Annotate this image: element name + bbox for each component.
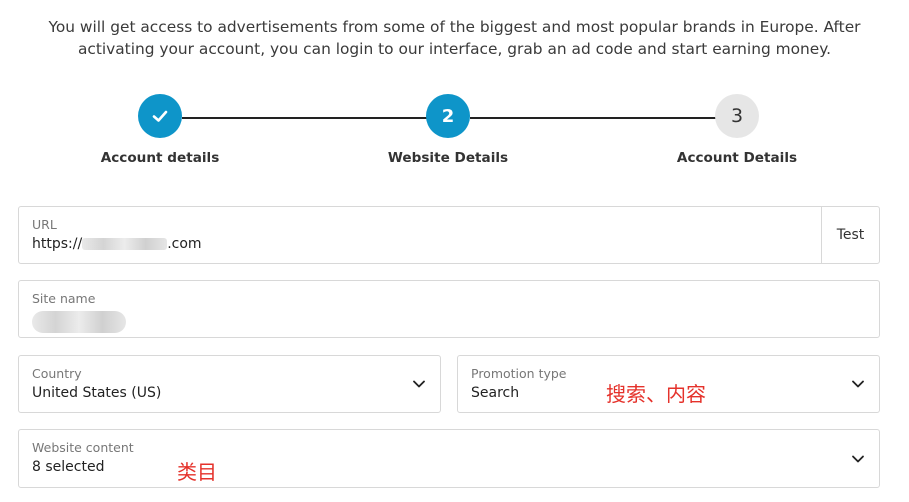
url-suffix: .com (167, 236, 202, 252)
signup-page: You will get access to advertisements fr… (0, 0, 909, 502)
step-connector-2 (470, 117, 716, 119)
promotion-type-label: Promotion type (471, 366, 567, 381)
step-connector-1 (182, 117, 427, 119)
chevron-down-icon[interactable] (412, 377, 426, 391)
url-input[interactable]: https:// .com (32, 236, 202, 252)
website-content-label: Website content (32, 440, 134, 455)
step-1-complete[interactable] (138, 94, 182, 138)
website-content-select[interactable]: Website content 8 selected (18, 429, 880, 488)
site-name-label: Site name (32, 291, 96, 306)
redacted-site-name (32, 311, 126, 333)
checkmark-icon (152, 110, 168, 122)
url-prefix: https:// (32, 236, 83, 252)
step-2-marker[interactable]: 2 (426, 94, 470, 138)
step-2-label: Website Details (387, 150, 509, 166)
promotion-annotation: 搜索、内容 (606, 382, 706, 406)
website-content-value: 8 selected (32, 459, 105, 475)
country-value: United States (US) (32, 385, 162, 401)
test-button[interactable]: Test (821, 207, 879, 263)
country-label: Country (32, 366, 82, 381)
site-name-field[interactable]: Site name (18, 280, 880, 338)
url-label: URL (32, 217, 57, 232)
url-field[interactable]: URL https:// .com Test (18, 206, 880, 264)
redacted-url (82, 238, 168, 250)
step-1-label: Account details (100, 150, 220, 166)
chevron-down-icon[interactable] (851, 377, 865, 391)
step-3-label: Account Details (676, 150, 798, 166)
site-name-input[interactable] (32, 311, 126, 333)
intro-text: You will get access to advertisements fr… (48, 18, 861, 58)
promotion-type-value: Search (471, 385, 520, 401)
content-annotation: 类目 (177, 460, 217, 484)
step-3-marker[interactable]: 3 (715, 94, 759, 138)
country-select[interactable]: Country United States (US) (18, 355, 441, 413)
chevron-down-icon[interactable] (851, 452, 865, 466)
